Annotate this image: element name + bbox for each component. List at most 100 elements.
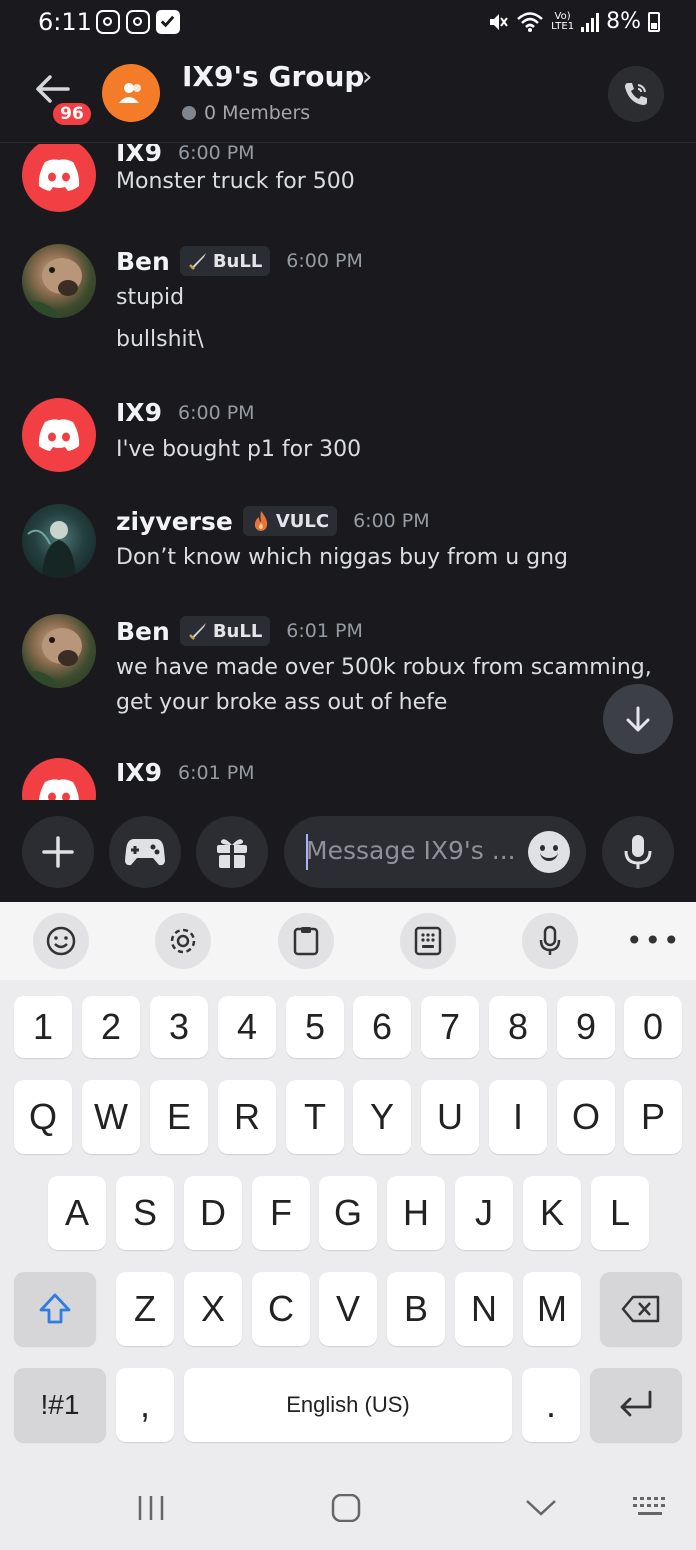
period-key[interactable]: . [522, 1368, 580, 1442]
activities-button[interactable] [109, 816, 181, 888]
key-9[interactable]: 9 [557, 996, 615, 1058]
key-z[interactable]: Z [116, 1272, 174, 1346]
message-time: 6:00 PM [177, 144, 255, 164]
shift-key[interactable] [14, 1272, 96, 1346]
symbols-key[interactable]: !#1 [14, 1368, 106, 1442]
key-3[interactable]: 3 [150, 996, 208, 1058]
key-8[interactable]: 8 [489, 996, 547, 1058]
key-u[interactable]: U [421, 1080, 479, 1154]
microphone-icon [624, 835, 652, 869]
message-list[interactable]: IX9 6:00 PM Monster truck for 500 Ben Bu… [0, 144, 696, 800]
user-avatar[interactable] [22, 504, 96, 578]
key-q[interactable]: Q [14, 1080, 72, 1154]
check-notification-icon [156, 10, 180, 34]
key-r[interactable]: R [218, 1080, 276, 1154]
people-icon [119, 83, 141, 103]
key-x[interactable]: X [184, 1272, 242, 1346]
message-composer: Message IX9's ... [0, 800, 696, 902]
message-header: Ben BuLL 6:01 PM [116, 616, 363, 646]
enter-key[interactable] [590, 1368, 682, 1442]
status-right: Vo) LTE1 8% [487, 9, 660, 34]
key-b[interactable]: B [387, 1272, 445, 1346]
key-j[interactable]: J [455, 1176, 513, 1250]
discord-icon [39, 779, 79, 800]
user-avatar[interactable] [22, 614, 96, 688]
key-2[interactable]: 2 [82, 996, 140, 1058]
message-input[interactable]: Message IX9's ... [284, 816, 586, 888]
author-name[interactable]: IX9 [116, 398, 162, 427]
key-1[interactable]: 1 [14, 996, 72, 1058]
add-attachment-button[interactable] [22, 816, 94, 888]
battery-icon [648, 11, 660, 32]
key-n[interactable]: N [455, 1272, 513, 1346]
discord-icon [38, 159, 80, 191]
group-avatar[interactable] [102, 64, 160, 122]
key-w[interactable]: W [82, 1080, 140, 1154]
voice-message-button[interactable] [602, 816, 674, 888]
hide-keyboard-icon[interactable] [524, 1498, 558, 1518]
key-g[interactable]: G [319, 1176, 377, 1250]
key-6[interactable]: 6 [353, 996, 411, 1058]
backspace-icon [621, 1295, 660, 1323]
flame-icon [254, 511, 267, 531]
author-name[interactable]: IX9 [116, 758, 162, 787]
discord-avatar[interactable] [22, 398, 96, 472]
key-t[interactable]: T [286, 1080, 344, 1154]
key-s[interactable]: S [116, 1176, 174, 1250]
key-0[interactable]: 0 [624, 996, 682, 1058]
role-tag[interactable]: BuLL [179, 246, 271, 276]
role-tag[interactable]: BuLL [179, 616, 271, 646]
figure-photo [27, 521, 76, 578]
sword-icon [188, 253, 206, 270]
keyboard-settings-button[interactable] [155, 913, 211, 969]
comma-key[interactable]: , [116, 1368, 174, 1442]
clipboard-button[interactable] [278, 913, 334, 969]
plus-icon [42, 836, 74, 868]
message-placeholder: Message IX9's ... [306, 836, 516, 865]
backspace-key[interactable] [600, 1272, 682, 1346]
keyboard-switch-icon[interactable] [632, 1496, 668, 1520]
group-title[interactable]: IX9's Group [182, 60, 364, 93]
discord-avatar[interactable] [22, 758, 96, 800]
key-d[interactable]: D [184, 1176, 242, 1250]
key-5[interactable]: 5 [286, 996, 344, 1058]
key-k[interactable]: K [523, 1176, 581, 1250]
more-options-icon[interactable]: ••• [626, 924, 682, 957]
jump-to-bottom-button[interactable] [603, 684, 673, 754]
chevron-right-icon[interactable]: › [362, 62, 372, 92]
wifi-icon [517, 11, 543, 32]
key-c[interactable]: C [252, 1272, 310, 1346]
keyboard-mode-button[interactable] [400, 913, 456, 969]
discord-avatar[interactable] [22, 144, 96, 212]
key-a[interactable]: A [48, 1176, 106, 1250]
voice-input-button[interactable] [522, 913, 578, 969]
key-m[interactable]: M [523, 1272, 581, 1346]
key-h[interactable]: H [387, 1176, 445, 1250]
message-text: Don’t know which niggas buy from u gng [116, 545, 569, 570]
key-i[interactable]: I [489, 1080, 547, 1154]
key-p[interactable]: P [624, 1080, 682, 1154]
user-avatar[interactable] [22, 244, 96, 318]
space-key[interactable]: English (US) [184, 1368, 512, 1442]
keypad-icon [414, 926, 442, 956]
key-4[interactable]: 4 [218, 996, 276, 1058]
key-y[interactable]: Y [353, 1080, 411, 1154]
message-text: stupid [116, 285, 185, 310]
home-icon[interactable] [330, 1494, 362, 1522]
gift-button[interactable] [196, 816, 268, 888]
voice-call-button[interactable] [608, 66, 664, 122]
author-name[interactable]: ziyverse [116, 507, 233, 536]
key-e[interactable]: E [150, 1080, 208, 1154]
key-o[interactable]: O [557, 1080, 615, 1154]
microphone-icon [539, 925, 561, 955]
author-name[interactable]: Ben [116, 617, 170, 646]
emoji-keyboard-button[interactable] [33, 913, 89, 969]
emoji-button[interactable] [528, 831, 570, 873]
key-7[interactable]: 7 [421, 996, 479, 1058]
key-f[interactable]: F [252, 1176, 310, 1250]
author-name[interactable]: Ben [116, 247, 170, 276]
role-tag[interactable]: VULC [242, 506, 338, 536]
recent-apps-icon[interactable] [136, 1494, 166, 1522]
key-v[interactable]: V [319, 1272, 377, 1346]
key-l[interactable]: L [591, 1176, 649, 1250]
